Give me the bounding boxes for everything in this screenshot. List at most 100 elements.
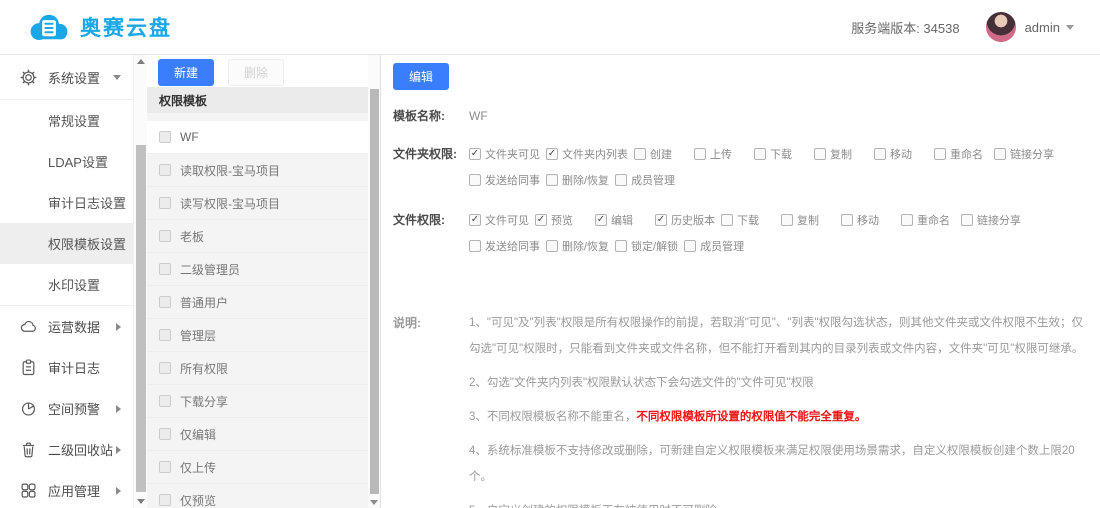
sidebar: 系统设置 常规设置 LDAP设置 审计日志设置 权限模板设置 水印设置 运营数据… (0, 55, 133, 508)
chevron-right-icon (116, 487, 121, 495)
checkbox-icon[interactable] (159, 494, 171, 506)
folder-permissions-line1: 文件夹可见文件夹内列表创建上传下载复制移动重命名链接分享 (469, 146, 1060, 162)
checkbox-icon[interactable] (721, 214, 733, 226)
checkbox-checked-icon[interactable] (469, 148, 481, 160)
sidebar-scrollbar-thumb[interactable] (136, 145, 146, 492)
template-name: WF (180, 130, 199, 144)
template-list-item[interactable]: 仅上传 (147, 451, 368, 484)
permission-label: 删除/恢复 (562, 238, 609, 254)
sidebar-item-space-warning[interactable]: 空间预警 (0, 388, 133, 429)
sidebar-item-watermark-settings[interactable]: 水印设置 (0, 264, 133, 305)
note-4: 4、系统标准模板不支持修改或删除，可新建自定义权限模板来满足权限使用场景需求，自… (469, 438, 1086, 490)
template-name-label: 模板名称: (393, 108, 469, 124)
checkbox-icon[interactable] (469, 240, 481, 252)
sidebar-item-audit-log[interactable]: 审计日志 (0, 347, 133, 388)
scroll-down-icon[interactable] (370, 500, 378, 505)
template-list-item[interactable]: 读取权限-宝马项目 (147, 154, 368, 187)
checkbox-icon[interactable] (615, 240, 627, 252)
checkbox-icon[interactable] (634, 148, 646, 160)
checkbox-icon[interactable] (684, 240, 696, 252)
checkbox-icon[interactable] (841, 214, 853, 226)
checkbox-icon[interactable] (994, 148, 1006, 160)
checkbox-icon[interactable] (469, 174, 481, 186)
checkbox-icon[interactable] (754, 148, 766, 160)
checkbox-checked-icon[interactable] (546, 148, 558, 160)
new-template-button[interactable]: 新建 (158, 59, 214, 86)
permission-item: 成员管理 (615, 172, 681, 188)
folder-permissions-line2: 发送给同事删除/恢复成员管理 (469, 172, 1060, 188)
checkbox-checked-icon[interactable] (595, 214, 607, 226)
template-list-item[interactable]: 仅预览 (147, 484, 368, 508)
edit-button[interactable]: 编辑 (393, 63, 449, 90)
checkbox-icon[interactable] (615, 174, 627, 186)
template-list-item[interactable]: 下载分享 (147, 385, 368, 418)
checkbox-checked-icon[interactable] (655, 214, 667, 226)
checkbox-checked-icon[interactable] (535, 214, 547, 226)
template-list-scrollbar-thumb[interactable] (370, 89, 379, 494)
template-list-item[interactable]: 普通用户 (147, 286, 368, 319)
checkbox-icon[interactable] (874, 148, 886, 160)
checkbox-icon[interactable] (694, 148, 706, 160)
template-name: 读写权限-宝马项目 (180, 195, 280, 212)
checkbox-icon[interactable] (159, 131, 171, 143)
template-list-scrollbar[interactable] (368, 55, 381, 508)
checkbox-icon[interactable] (159, 329, 171, 341)
file-permissions-label: 文件权限: (393, 212, 469, 264)
template-list-item[interactable]: 仅编辑 (147, 418, 368, 451)
template-name: 所有权限 (180, 360, 228, 377)
template-name: 老板 (180, 228, 204, 245)
template-list-item[interactable]: 二级管理员 (147, 253, 368, 286)
checkbox-icon[interactable] (934, 148, 946, 160)
sidebar-item-operation-data[interactable]: 运营数据 (0, 306, 133, 347)
cloud-data-icon (20, 318, 37, 335)
scroll-up-icon[interactable] (137, 59, 145, 64)
permission-label: 上传 (710, 146, 732, 162)
permission-label: 下载 (770, 146, 792, 162)
checkbox-icon[interactable] (546, 240, 558, 252)
permission-item: 预览 (535, 212, 595, 228)
template-list-item[interactable]: 管理层 (147, 319, 368, 352)
permission-label: 锁定/解锁 (631, 238, 678, 254)
template-list-item[interactable]: 老板 (147, 220, 368, 253)
checkbox-icon[interactable] (781, 214, 793, 226)
template-list-item[interactable]: 读写权限-宝马项目 (147, 187, 368, 220)
username[interactable]: admin (1025, 20, 1060, 35)
sidebar-item-audit-log-settings[interactable]: 审计日志设置 (0, 182, 133, 223)
checkbox-icon[interactable] (159, 197, 171, 209)
permission-label: 复制 (830, 146, 852, 162)
checkbox-icon[interactable] (159, 230, 171, 242)
note-2: 2、勾选"文件夹内列表"权限默认状态下会勾选文件的"文件可见"权限 (469, 370, 1086, 396)
avatar[interactable] (986, 12, 1016, 42)
checkbox-icon[interactable] (901, 214, 913, 226)
template-list-item[interactable]: WF (147, 121, 368, 154)
checkbox-icon[interactable] (159, 428, 171, 440)
sidebar-item-general-settings[interactable]: 常规设置 (0, 100, 133, 141)
permission-label: 文件夹可见 (485, 146, 540, 162)
cloud-logo-icon (26, 11, 72, 43)
user-menu-caret-icon[interactable] (1066, 25, 1074, 30)
sidebar-item-permission-template-settings[interactable]: 权限模板设置 (0, 223, 133, 264)
sidebar-item-ldap-settings[interactable]: LDAP设置 (0, 141, 133, 182)
sidebar-scrollbar[interactable] (133, 55, 147, 508)
chevron-down-icon[interactable] (113, 75, 121, 80)
checkbox-checked-icon[interactable] (469, 214, 481, 226)
sidebar-group-label: 系统设置 (48, 68, 100, 87)
checkbox-icon[interactable] (961, 214, 973, 226)
sidebar-group-system-settings[interactable]: 系统设置 (0, 55, 133, 100)
checkbox-icon[interactable] (159, 395, 171, 407)
sidebar-item-recycle-bin[interactable]: 二级回收站 (0, 429, 133, 470)
trash-icon (20, 441, 37, 458)
sidebar-item-app-management[interactable]: 应用管理 (0, 470, 133, 508)
checkbox-icon[interactable] (159, 461, 171, 473)
checkbox-icon[interactable] (159, 296, 171, 308)
permission-label: 移动 (857, 212, 879, 228)
checkbox-icon[interactable] (159, 362, 171, 374)
checkbox-icon[interactable] (159, 263, 171, 275)
checkbox-icon[interactable] (546, 174, 558, 186)
scroll-down-icon[interactable] (137, 499, 145, 504)
checkbox-icon[interactable] (159, 164, 171, 176)
checkbox-icon[interactable] (814, 148, 826, 160)
note-3-warning: 不同权限模板所设置的权限值不能完全重复。 (636, 411, 866, 423)
template-list-item[interactable]: 所有权限 (147, 352, 368, 385)
delete-template-button[interactable]: 删除 (228, 59, 284, 86)
